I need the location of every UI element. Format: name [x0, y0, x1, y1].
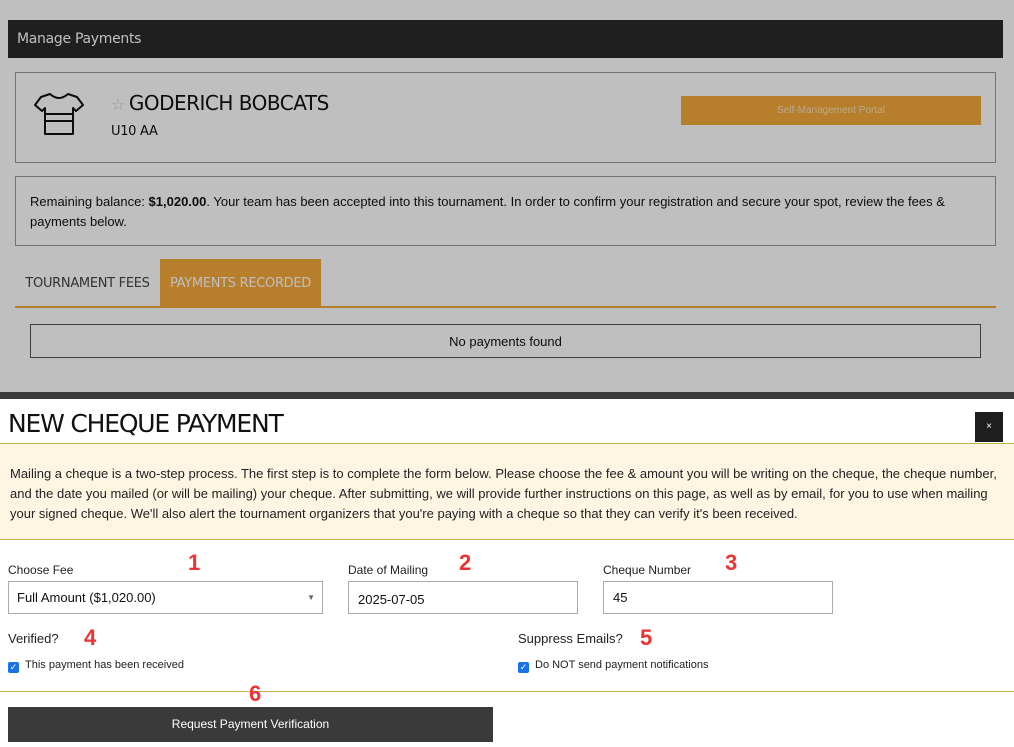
close-button[interactable]: × [975, 412, 1003, 442]
suppress-emails-label: Suppress Emails? [518, 631, 623, 646]
verified-checkbox-label[interactable]: This payment has been received [25, 659, 184, 671]
tab-tournament-fees[interactable]: TOURNAMENT FEES [15, 259, 160, 307]
annotation-marker-6: 6 [249, 681, 262, 706]
chevron-down-icon: ▼ [307, 593, 315, 602]
annotation-marker-2: 2 [459, 550, 472, 575]
self-management-portal-button[interactable]: Self-Management Portal [681, 96, 981, 125]
team-division: U10 AA [111, 124, 158, 139]
request-payment-verification-button[interactable]: Request Payment Verification [8, 707, 493, 742]
date-of-mailing-input[interactable] [348, 581, 578, 614]
verified-checkbox[interactable]: ✓ [8, 662, 19, 673]
suppress-emails-checkbox-label[interactable]: Do NOT send payment notifications [535, 659, 708, 671]
tab-payments-recorded[interactable]: PAYMENTS RECORDED [160, 259, 321, 307]
page-header: Manage Payments [8, 20, 1003, 58]
modal-title: NEW CHEQUE PAYMENT [8, 409, 284, 438]
annotation-marker-4: 4 [84, 625, 97, 650]
new-cheque-payment-modal: NEW CHEQUE PAYMENT × Mailing a cheque is… [0, 392, 1014, 747]
balance-amount: $1,020.00 [148, 194, 207, 209]
no-payments-message: No payments found [30, 324, 981, 358]
cheque-instructions: Mailing a cheque is a two-step process. … [0, 443, 1014, 540]
star-icon[interactable]: ☆ [111, 95, 125, 114]
jersey-icon [34, 93, 84, 135]
choose-fee-label: Choose Fee [8, 563, 74, 577]
team-name: ☆ GODERICH BOBCATS [111, 91, 329, 115]
divider [0, 691, 1014, 692]
cheque-number-label: Cheque Number [603, 563, 692, 577]
date-of-mailing-label: Date of Mailing [348, 563, 429, 577]
payment-tabs: TOURNAMENT FEES PAYMENTS RECORDED [15, 259, 996, 308]
annotation-marker-3: 3 [725, 550, 738, 575]
annotation-marker-5: 5 [640, 625, 653, 650]
suppress-emails-checkbox[interactable]: ✓ [518, 662, 529, 673]
verified-label: Verified? [8, 631, 59, 646]
cheque-number-input[interactable] [603, 581, 833, 614]
team-card: ☆ GODERICH BOBCATS U10 AA Self-Management… [15, 72, 996, 163]
choose-fee-select[interactable]: Full Amount ($1,020.00) ▼ [8, 581, 323, 614]
background-page: Manage Payments ☆ GODERICH BOBCATS U10 AA… [0, 0, 1014, 392]
annotation-marker-1: 1 [188, 550, 201, 575]
balance-message: Remaining balance: $1,020.00. Your team … [15, 176, 996, 246]
